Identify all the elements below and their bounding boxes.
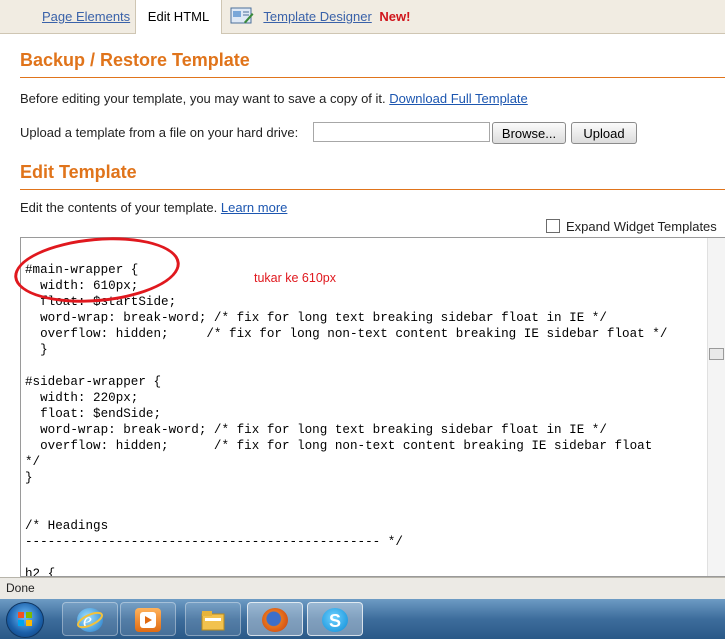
skype-taskbar-button[interactable]: S <box>307 602 363 636</box>
internet-explorer-icon: e <box>77 608 103 632</box>
tab-bar: Page Elements Edit HTML Template Designe… <box>0 0 725 34</box>
expand-widget-label: Expand Widget Templates <box>566 219 717 234</box>
status-text: Done <box>6 581 35 595</box>
tab-page-elements[interactable]: Page Elements <box>28 0 144 33</box>
expand-widget-templates[interactable]: Expand Widget Templates <box>546 219 717 234</box>
edit-description-text: Edit the contents of your template. <box>20 200 218 215</box>
firefox-icon <box>262 608 288 632</box>
start-orb[interactable] <box>6 602 44 638</box>
media-player-taskbar-button[interactable] <box>120 602 176 636</box>
edit-description: Edit the contents of your template. Lear… <box>20 200 287 215</box>
media-player-icon <box>135 608 161 632</box>
tab-edit-html[interactable]: Edit HTML <box>135 0 222 34</box>
upload-file-input[interactable] <box>313 122 490 142</box>
upload-label: Upload a template from a file on your ha… <box>20 125 299 140</box>
taskbar: e S <box>0 599 725 639</box>
download-full-template-link[interactable]: Download Full Template <box>389 91 528 106</box>
backup-intro: Before editing your template, you may wa… <box>20 91 528 106</box>
browse-button[interactable]: Browse... <box>492 122 566 144</box>
annotation-text: tukar ke 610px <box>254 271 336 285</box>
new-badge: New! <box>379 9 411 24</box>
upload-button[interactable]: Upload <box>571 122 637 144</box>
windows-logo-icon <box>18 612 32 626</box>
internet-explorer-taskbar-button[interactable]: e <box>62 602 118 636</box>
template-code[interactable]: #main-wrapper { width: 610px; float: $st… <box>25 262 667 576</box>
learn-more-link[interactable]: Learn more <box>221 200 287 215</box>
template-designer-link[interactable]: Template Designer <box>263 9 371 24</box>
tab-page-elements-link[interactable]: Page Elements <box>42 9 130 24</box>
file-explorer-taskbar-button[interactable] <box>185 602 241 636</box>
backup-intro-text: Before editing your template, you may wa… <box>20 91 386 106</box>
editor-scrollbar[interactable] <box>707 238 725 576</box>
edit-template-heading: Edit Template <box>20 162 725 190</box>
expand-widget-checkbox[interactable] <box>546 219 560 233</box>
tab-template-designer[interactable]: Template Designer New! <box>224 0 424 33</box>
status-bar: Done <box>0 577 725 599</box>
backup-restore-heading: Backup / Restore Template <box>20 50 725 78</box>
skype-icon: S <box>322 608 348 632</box>
svg-text:S: S <box>329 611 341 631</box>
editor-scroll-thumb[interactable] <box>709 348 724 360</box>
file-explorer-icon <box>200 608 226 632</box>
template-designer-icon <box>230 4 254 24</box>
firefox-taskbar-button[interactable] <box>247 602 303 636</box>
